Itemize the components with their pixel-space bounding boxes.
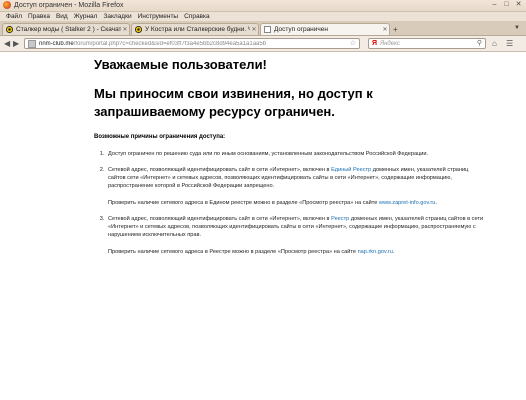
- navigation-bar: ◀ ▶ nnm-club.me/forum/portal.php?c=check…: [0, 36, 526, 52]
- tab-label: Доступ ограничен: [274, 26, 328, 33]
- maximize-button[interactable]: □: [502, 1, 511, 9]
- menu-help[interactable]: Справка: [184, 12, 210, 21]
- menu-bar: Файл Правка Вид Журнал Закладки Инструме…: [0, 12, 526, 21]
- home-icon[interactable]: ⌂: [492, 38, 497, 49]
- window-titlebar: Доступ ограничен - Mozilla Firefox – □ ✕: [0, 0, 526, 12]
- unified-registry-link[interactable]: Единый Реестр: [331, 167, 371, 173]
- page-greeting: Уважаемые пользователи!: [94, 57, 267, 72]
- tab-stalker-mods[interactable]: Сталкер моды ( Stalker 2 ) - Скачать м..…: [2, 23, 130, 35]
- menu-edit[interactable]: Правка: [28, 12, 50, 21]
- list-item: Сетевой адрес, позволяющий идентифициров…: [106, 166, 486, 207]
- registry-link[interactable]: Реестр: [331, 216, 349, 222]
- menu-file[interactable]: Файл: [6, 12, 22, 21]
- nap-rkn-link[interactable]: nap.rkn.gov.ru: [358, 249, 393, 255]
- menu-history[interactable]: Журнал: [74, 12, 98, 21]
- close-tab-icon[interactable]: ✕: [381, 26, 389, 33]
- reason-text: Доступ ограничен по решению суда или по …: [108, 151, 429, 157]
- back-arrow-icon[interactable]: ◀: [4, 38, 10, 49]
- list-item: Сетевой адрес, позволяющий идентифициров…: [106, 215, 486, 256]
- reasons-list: Доступ ограничен по решению суда или по …: [94, 150, 486, 264]
- address-bar[interactable]: nnm-club.me/forum/portal.php?c=checked&s…: [24, 38, 360, 49]
- bookmark-star-icon[interactable]: ☆: [350, 39, 356, 49]
- zapret-info-link[interactable]: www.zapret-info.gov.ru: [379, 200, 435, 206]
- reason-check-text: Проверить наличие сетевого адреса в Реес…: [108, 249, 395, 255]
- list-item: Доступ ограничен по решению суда или по …: [106, 150, 486, 158]
- tab-stalker-story[interactable]: У Костра или Сталкерские будни. Часть...…: [131, 23, 259, 35]
- close-window-button[interactable]: ✕: [514, 1, 523, 9]
- tab-label: У Костра или Сталкерские будни. Часть...: [145, 26, 250, 33]
- tab-access-restricted[interactable]: Доступ ограничен ✕: [260, 23, 390, 35]
- close-tab-icon[interactable]: ✕: [121, 26, 129, 33]
- new-tab-icon[interactable]: +: [393, 25, 398, 34]
- window-controls: – □ ✕: [490, 1, 523, 9]
- search-placeholder[interactable]: Яндекс: [380, 41, 400, 47]
- reasons-heading: Возможные причины ограничения доступа:: [94, 134, 226, 140]
- minimize-button[interactable]: –: [490, 1, 499, 9]
- site-identity-icon[interactable]: [28, 39, 36, 48]
- url-text[interactable]: nnm-club.me/forum/portal.php?c=checked&s…: [39, 41, 266, 47]
- firefox-icon: [3, 1, 11, 9]
- menu-view[interactable]: Вид: [56, 12, 68, 21]
- tab-bar: Сталкер моды ( Stalker 2 ) - Скачать м..…: [0, 21, 526, 36]
- search-box[interactable]: Я Яндекс ⚲: [368, 38, 486, 49]
- page-icon: [264, 26, 271, 33]
- menu-bookmarks[interactable]: Закладки: [103, 12, 131, 21]
- tab-label: Сталкер моды ( Stalker 2 ) - Скачать м..…: [16, 26, 121, 33]
- window-title: Доступ ограничен - Mozilla Firefox: [14, 2, 124, 9]
- close-tab-icon[interactable]: ✕: [250, 26, 258, 33]
- page-title: Мы приносим свои извинения, но доступ к …: [94, 86, 373, 119]
- radiation-icon: [135, 26, 142, 33]
- yandex-logo: Я: [372, 40, 378, 47]
- search-icon[interactable]: ⚲: [477, 39, 482, 49]
- reason-text: Сетевой адрес, позволяющий идентифициров…: [108, 216, 484, 238]
- tab-list-chevron-icon[interactable]: ▼: [514, 25, 520, 31]
- menu-tools[interactable]: Инструменты: [138, 12, 179, 21]
- reason-check-text: Проверить наличие сетевого адреса в Един…: [108, 200, 437, 206]
- radiation-icon: [6, 26, 13, 33]
- reason-text: Сетевой адрес, позволяющий идентифициров…: [108, 167, 469, 189]
- bookmarks-menu-icon[interactable]: ☰: [506, 38, 513, 49]
- forward-arrow-icon[interactable]: ▶: [13, 38, 19, 49]
